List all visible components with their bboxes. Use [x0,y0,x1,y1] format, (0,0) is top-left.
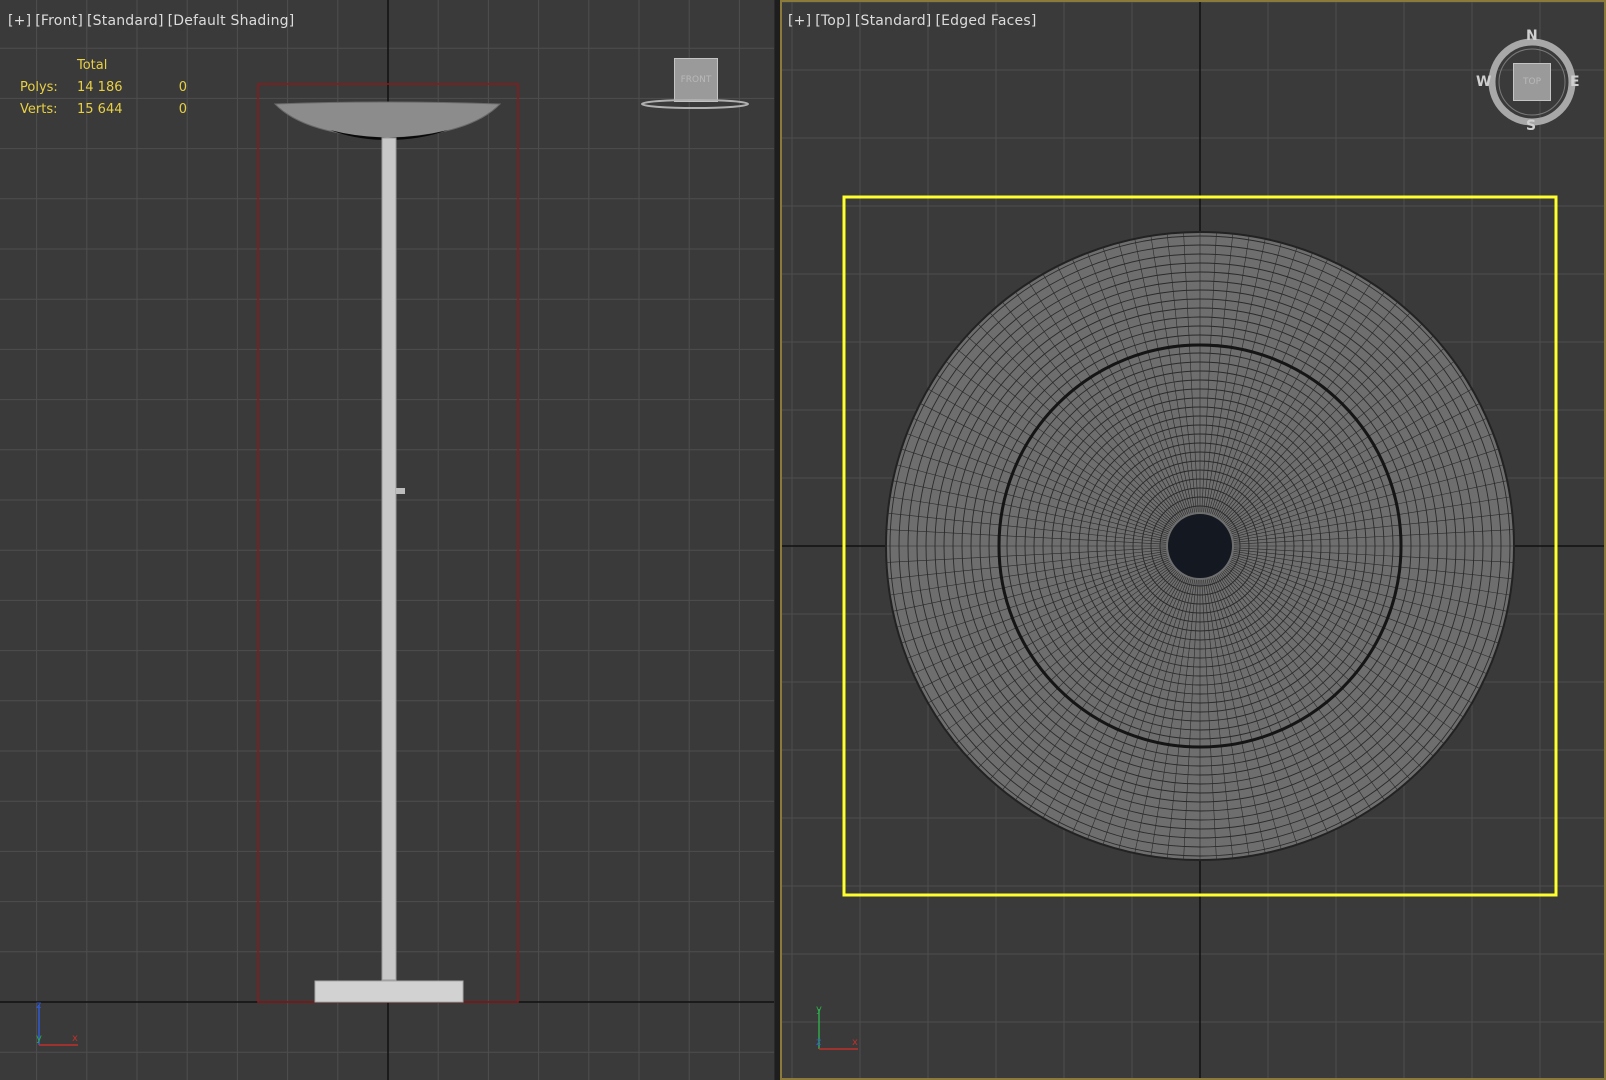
front-viewport-label[interactable]: [+] [Front] [Standard] [Default Shading] [8,13,298,29]
lamp-pole-top [1168,514,1232,578]
viewport-point-of-view-menu[interactable]: [Front] [35,13,83,29]
lamp-shade [273,101,502,139]
viewport-shading-menu[interactable]: [Edged Faces] [935,13,1036,29]
lamp-pole [381,137,397,981]
compass-east[interactable]: E [1570,74,1580,90]
viewcube-front-face[interactable]: FRONT [674,58,718,102]
y-axis-label: y [816,1004,822,1015]
stats-header: Total [77,58,108,73]
lamp-base [314,980,464,1003]
x-axis-label: x [852,1037,858,1048]
viewport-menu-plus[interactable]: [+] [8,13,31,29]
stats-row-verts: Verts: 15 644 0 [20,99,187,121]
lamp-shade-wireframe [885,231,1515,861]
stats-label: Verts: [20,102,58,117]
stats-row-polys: Polys: 14 186 0 [20,77,187,99]
compass-west[interactable]: W [1476,74,1491,90]
viewport-standard-menu[interactable]: [Standard] [855,13,932,29]
viewport-point-of-view-menu[interactable]: [Top] [815,13,851,29]
viewport-shading-menu[interactable]: [Default Shading] [168,13,295,29]
y-axis-label: y [36,1033,42,1044]
stats-total: 14 186 [77,80,123,95]
compass-south[interactable]: S [1526,118,1536,134]
stats-selected: 0 [178,80,187,95]
stats-selected: 0 [178,102,187,117]
top-viewport[interactable]: [+] [Top] [Standard] [Edged Faces] TOP N S … [780,0,1606,1080]
front-viewcube[interactable]: FRONT [640,58,750,112]
stats-total: 15 644 [77,102,123,117]
compass-north[interactable]: N [1526,28,1538,44]
viewport-menu-plus[interactable]: [+] [788,13,811,29]
front-viewport-canvas[interactable] [0,0,774,1080]
stats-label: Polys: [20,80,58,95]
top-viewcube[interactable]: TOP N S E W [1476,28,1582,134]
lamp-switch [396,488,405,494]
z-axis-label: z [36,1000,42,1011]
z-axis-label: z [816,1037,822,1048]
top-viewport-label[interactable]: [+] [Top] [Standard] [Edged Faces] [788,13,1041,29]
top-viewport-canvas[interactable] [782,2,1606,1080]
front-viewport[interactable]: [+] [Front] [Standard] [Default Shading] To… [0,0,775,1080]
statistics-overlay: Total Polys: 14 186 0 Verts: 15 644 0 [20,55,187,121]
x-axis-label: x [72,1033,78,1044]
viewcube-top-face[interactable]: TOP [1513,63,1551,101]
viewport-standard-menu[interactable]: [Standard] [87,13,164,29]
